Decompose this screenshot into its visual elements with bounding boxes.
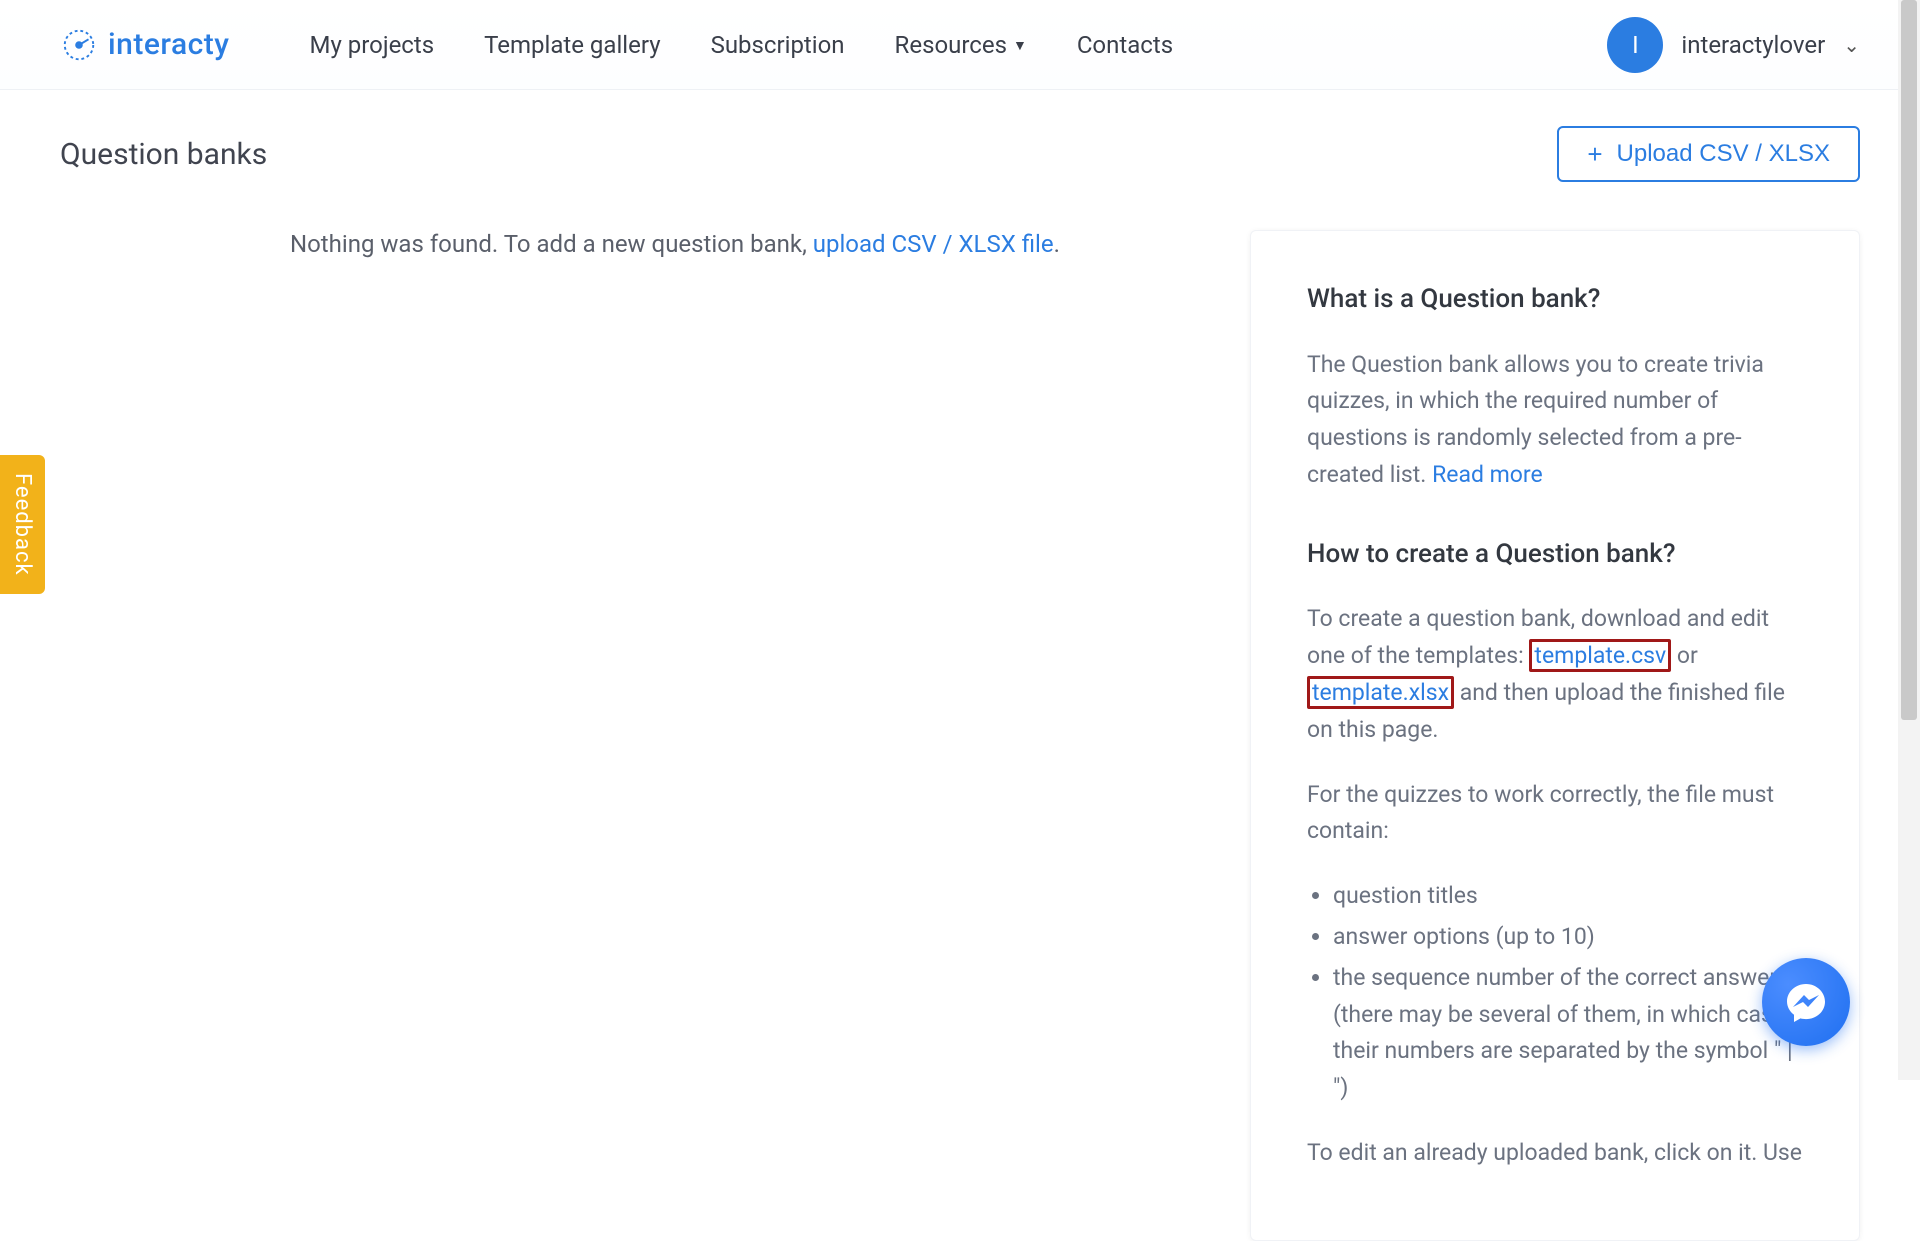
- top-navbar: interacty My projects Template gallery S…: [0, 0, 1920, 90]
- info-must-contain: For the quizzes to work correctly, the f…: [1307, 777, 1803, 851]
- read-more-link[interactable]: Read more: [1432, 461, 1543, 488]
- avatar: I: [1607, 17, 1663, 73]
- nav-contacts[interactable]: Contacts: [1077, 31, 1173, 59]
- nav-resources-label: Resources: [895, 31, 1007, 59]
- brand-name: interacty: [108, 27, 230, 62]
- nav-subscription[interactable]: Subscription: [711, 31, 845, 59]
- page-title: Question banks: [60, 137, 267, 172]
- chevron-down-icon: ⌄: [1843, 33, 1860, 57]
- template-xlsx-highlight: template.xlsx: [1307, 676, 1454, 709]
- template-csv-link[interactable]: template.csv: [1534, 642, 1666, 669]
- upload-csv-button[interactable]: + Upload CSV / XLSX: [1557, 126, 1860, 182]
- info-edit-body: To edit an already uploaded bank, click …: [1307, 1135, 1803, 1172]
- list-item: answer options (up to 10): [1333, 919, 1803, 956]
- username-label: interactylover: [1681, 31, 1825, 59]
- empty-suffix: .: [1054, 230, 1060, 258]
- nav-template-gallery[interactable]: Template gallery: [484, 31, 660, 59]
- page-body: Question banks + Upload CSV / XLSX Nothi…: [0, 90, 1920, 1241]
- page-header: Question banks + Upload CSV / XLSX: [60, 126, 1860, 182]
- info-panel: What is a Question bank? The Question ba…: [1250, 230, 1860, 1241]
- info-requirements-list: question titles answer options (up to 10…: [1307, 878, 1803, 1107]
- main-nav: My projects Template gallery Subscriptio…: [310, 31, 1174, 59]
- caret-down-icon: ▼: [1013, 37, 1027, 54]
- template-csv-highlight: template.csv: [1529, 639, 1671, 672]
- messenger-icon: [1782, 978, 1830, 1026]
- content-row: Nothing was found. To add a new question…: [60, 230, 1860, 1241]
- empty-prefix: Nothing was found. To add a new question…: [290, 230, 813, 258]
- user-menu[interactable]: I interactylover ⌄: [1607, 17, 1860, 73]
- list-item: question titles: [1333, 878, 1803, 915]
- messenger-chat-button[interactable]: [1762, 958, 1850, 1046]
- template-xlsx-link[interactable]: template.xlsx: [1312, 679, 1449, 706]
- upload-link[interactable]: upload CSV / XLSX file: [813, 230, 1054, 258]
- empty-state: Nothing was found. To add a new question…: [60, 230, 1210, 258]
- info-heading-how: How to create a Question bank?: [1307, 534, 1803, 576]
- logo-icon: [60, 26, 98, 64]
- upload-btn-label: Upload CSV / XLSX: [1617, 140, 1830, 168]
- plus-icon: +: [1587, 141, 1602, 167]
- empty-message: Nothing was found. To add a new question…: [290, 230, 1210, 258]
- info-or-text: or: [1671, 642, 1698, 669]
- info-heading-what: What is a Question bank?: [1307, 279, 1803, 321]
- list-item: the sequence number of the correct answe…: [1333, 960, 1803, 1107]
- info-what-body: The Question bank allows you to create t…: [1307, 347, 1803, 494]
- nav-resources[interactable]: Resources ▼: [895, 31, 1027, 59]
- info-how-body: To create a question bank, download and …: [1307, 601, 1803, 748]
- brand-logo[interactable]: interacty: [60, 26, 230, 64]
- nav-my-projects[interactable]: My projects: [310, 31, 435, 59]
- feedback-tab[interactable]: Feedback: [0, 455, 45, 594]
